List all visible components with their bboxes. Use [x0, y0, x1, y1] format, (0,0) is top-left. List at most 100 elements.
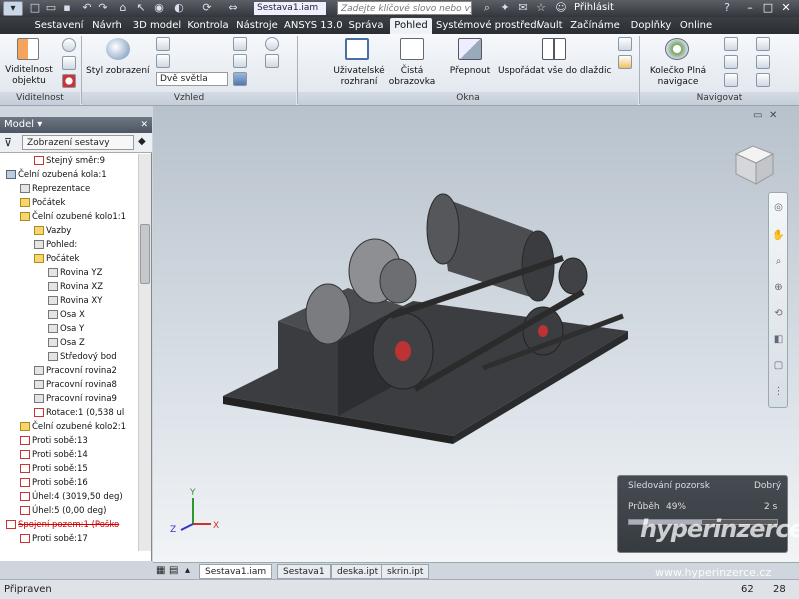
orbit-icon[interactable] [724, 73, 738, 87]
tree-node[interactable]: Osa Y [48, 322, 84, 336]
tab-system[interactable]: Systémové prostředí [436, 18, 539, 34]
tab-sprava[interactable]: Správa [345, 18, 387, 34]
nav-zoom-icon[interactable]: ⌕ [772, 255, 785, 268]
tree-node[interactable]: Proti sobě:17 [20, 532, 88, 546]
shadow-icon[interactable] [156, 37, 170, 51]
tree-node[interactable]: Proti sobě:15 [20, 462, 88, 476]
tree-node[interactable]: Pohled: [34, 238, 77, 252]
tree-node[interactable]: Rovina XZ [48, 280, 103, 294]
pan-icon[interactable] [724, 37, 738, 51]
minimize-icon[interactable]: – [742, 1, 758, 15]
material-ball-icon[interactable] [265, 37, 279, 51]
appearance-icon[interactable]: ◐ [172, 1, 186, 15]
tree-node[interactable]: Středový bod [48, 350, 117, 364]
maximize-icon[interactable]: □ [760, 1, 776, 15]
cascade-docs-icon[interactable]: ▤ [169, 565, 178, 576]
scroll-thumb[interactable] [140, 224, 150, 284]
tree-node[interactable]: Pracovní rovina8 [34, 378, 117, 392]
new-window-icon[interactable] [618, 55, 632, 69]
doc-tab-deska[interactable]: deska.ipt [331, 564, 385, 579]
save-icon[interactable]: ▪ [60, 1, 74, 15]
tree-node[interactable]: Vazby [34, 224, 71, 238]
reflection-icon[interactable] [156, 54, 170, 68]
doc-tab-sestava[interactable]: Sestava1 [277, 564, 331, 579]
tree-node[interactable]: Čelní ozubené kolo1:1 [20, 210, 126, 224]
communication-icon[interactable]: ✉ [516, 1, 530, 15]
cascade-icon[interactable] [618, 37, 632, 51]
no-icon[interactable] [62, 74, 76, 88]
tree-node[interactable]: Rovina XY [48, 294, 102, 308]
doc-menu-icon[interactable]: ▴ [185, 565, 190, 576]
tab-online[interactable]: Online [678, 18, 714, 34]
tree-node[interactable]: Počátek [20, 196, 65, 210]
zoom-icon[interactable] [724, 55, 738, 69]
nav-zoom-window-icon[interactable]: ⊕ [772, 281, 785, 294]
lighting-select[interactable]: Dvě světla [156, 72, 228, 86]
search-icon[interactable]: ⌕ [480, 1, 494, 15]
globe-icon[interactable] [62, 38, 76, 52]
ray-tracing-icon[interactable] [233, 72, 247, 86]
search-input[interactable]: Zadejte klíčové slovo nebo výraz [337, 1, 472, 15]
help-icon[interactable]: ? [720, 1, 734, 15]
viewport-close-icon[interactable]: ✕ [769, 110, 777, 121]
user-interface-button[interactable]: Uživatelské rozhraní [330, 66, 388, 88]
tree-scrollbar[interactable] [138, 154, 151, 551]
tab-nastroje[interactable]: Nástroje [233, 18, 281, 34]
tree-node[interactable]: Čelní ozubené kolo2:1 [20, 420, 126, 434]
tab-navrh[interactable]: Návrh [88, 18, 126, 34]
close-icon[interactable]: ✕ [778, 1, 794, 15]
clean-screen-button[interactable]: Čistá obrazovka [388, 66, 436, 88]
tab-vault[interactable]: Vault [535, 18, 565, 34]
tree-node[interactable]: Úhel:5 (0,00 deg) [20, 504, 106, 518]
tab-kontrola[interactable]: Kontrola [186, 18, 230, 34]
tree-node[interactable]: Rotace:1 (0,538 ul [34, 406, 124, 420]
favorites-icon[interactable]: ☆ [534, 1, 548, 15]
tree-node[interactable]: Čelní ozubená kola:1 [6, 168, 107, 182]
nav-wheel-icon[interactable]: ◎ [772, 201, 785, 214]
new-icon[interactable]: □ [28, 1, 42, 15]
clean-screen-icon[interactable] [400, 38, 424, 60]
wheel-button[interactable]: Kolečko Plná navigace [643, 66, 713, 88]
user-icon[interactable]: ☺ [554, 1, 568, 15]
tab-pohled[interactable]: Pohled [390, 18, 432, 34]
nav-look-icon[interactable]: ◧ [772, 333, 785, 346]
arrange-icon[interactable] [542, 38, 566, 60]
tree-node[interactable]: Pracovní rovina9 [34, 392, 117, 406]
look-at-icon[interactable] [756, 37, 770, 51]
visibility-button[interactable]: Viditelnost objektu [5, 65, 53, 87]
display-style-icon[interactable] [106, 38, 130, 60]
tree-node[interactable]: Stejný směr:9 [34, 154, 105, 168]
tree-node[interactable]: Osa Z [48, 336, 85, 350]
center-icon[interactable] [62, 56, 76, 70]
app-menu-icon[interactable]: ▾ [3, 1, 23, 16]
tree-node[interactable]: Spojení pozem:1 (Poško [6, 518, 119, 532]
switch-button[interactable]: Přepnout [445, 66, 495, 77]
tree-node[interactable]: Úhel:4 (3019,50 deg) [20, 490, 123, 504]
subscription-icon[interactable]: ✦ [498, 1, 512, 15]
nav-menu-icon[interactable]: ⋮ [772, 385, 785, 398]
signin-link[interactable]: Přihlásit [574, 2, 614, 13]
tree-node[interactable]: Pracovní rovina2 [34, 364, 117, 378]
material-icon[interactable]: ◉ [152, 1, 166, 15]
view-select[interactable]: Zobrazení sestavy [22, 135, 134, 150]
section-icon[interactable] [233, 37, 247, 51]
arrange-button[interactable]: Uspořádat vše do dlaždic [498, 66, 611, 77]
steering-wheel-icon[interactable] [665, 38, 689, 60]
visibility-icon[interactable] [17, 38, 39, 60]
filter-icon[interactable]: ⊽ [4, 136, 12, 149]
pin-icon[interactable]: ◆ [138, 136, 146, 147]
select-icon[interactable]: ↖ [134, 1, 148, 15]
nav-camera-icon[interactable]: ▢ [772, 359, 785, 372]
tree-node[interactable]: Proti sobě:14 [20, 448, 88, 462]
browser-header[interactable]: Model ▾ ✕ [0, 117, 152, 133]
display-style-button[interactable]: Styl zobrazení [86, 66, 150, 77]
switch-window-icon[interactable] [458, 38, 482, 60]
open-icon[interactable]: ▭ [44, 1, 58, 15]
redo-icon[interactable]: ↷ [96, 1, 110, 15]
tab-zaciname[interactable]: Začínáme [569, 18, 621, 34]
undo-icon[interactable]: ↶ [80, 1, 94, 15]
tree-node[interactable]: Proti sobě:13 [20, 434, 88, 448]
tree-node[interactable]: Počátek [34, 252, 79, 266]
update-icon[interactable]: ⟳ [200, 1, 214, 15]
tree-node[interactable]: Osa X [48, 308, 85, 322]
